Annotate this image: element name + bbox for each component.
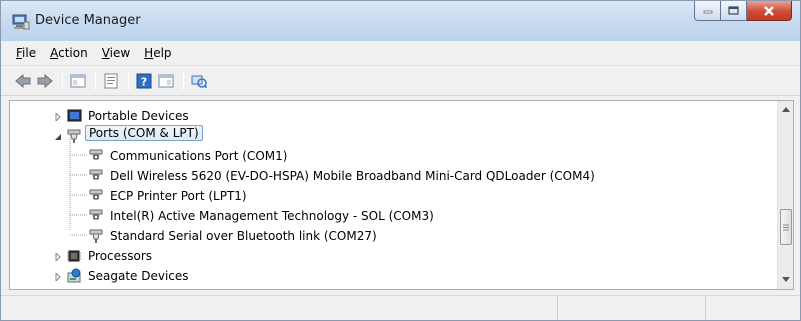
- scroll-up-arrow-icon: [782, 106, 790, 112]
- menu-action-label: ction: [58, 46, 88, 60]
- port-icon: [89, 209, 103, 220]
- toolbar: ?: [1, 66, 800, 96]
- menu-action[interactable]: Action: [43, 46, 95, 60]
- maximize-button[interactable]: [721, 1, 747, 21]
- expanded-triangle-icon: [54, 133, 61, 140]
- tree-node-seagate-devices[interactable]: Seagate Devices: [10, 266, 780, 286]
- vertical-scrollbar[interactable]: [777, 101, 793, 289]
- scroll-down-arrow-icon: [782, 276, 790, 282]
- toolbar-separator: [95, 71, 96, 90]
- minimize-icon: [703, 10, 712, 13]
- tree-node-label: Intel(R) Active Management Technology - …: [110, 209, 434, 223]
- show-hide-console-tree-button[interactable]: [68, 71, 88, 91]
- menu-file-label: ile: [22, 46, 37, 60]
- maximize-icon: [728, 6, 739, 15]
- collapsed-triangle-icon: [55, 112, 61, 121]
- toolbar-separator: [183, 71, 184, 90]
- tree-node-label: Portable Devices: [88, 109, 189, 123]
- back-icon: [15, 73, 31, 88]
- menu-view-accel: V: [101, 46, 110, 60]
- scrollbar-thumb[interactable]: [780, 209, 792, 245]
- tree-node-label: Dell Wireless 5620 (EV-DO-HSPA) Mobile B…: [110, 169, 595, 183]
- scan-hardware-icon: [191, 75, 207, 88]
- port-icon: [89, 149, 103, 160]
- tree-node-lpt1[interactable]: ECP Printer Port (LPT1): [10, 186, 780, 206]
- device-tree[interactable]: Portable Devices Ports (COM & LPT) Commu…: [9, 100, 794, 290]
- port-icon: [89, 169, 103, 180]
- tree-node-processors[interactable]: Processors: [10, 246, 780, 266]
- show-hidden-button[interactable]: [156, 71, 176, 91]
- port-icon: [89, 189, 103, 200]
- collapsed-triangle-icon: [55, 272, 61, 281]
- close-button[interactable]: [747, 1, 792, 21]
- tree-node-label: Communications Port (COM1): [110, 149, 288, 163]
- tree-node-com27[interactable]: Standard Serial over Bluetooth link (COM…: [10, 226, 780, 246]
- collapse-arrow-icon[interactable]: [53, 132, 62, 141]
- menu-help-accel: H: [144, 46, 154, 60]
- close-icon: [764, 5, 774, 16]
- show-hidden-icon: [158, 74, 174, 87]
- scroll-down-button[interactable]: [778, 271, 793, 287]
- grip-icon: [783, 224, 789, 230]
- tree-node-label: Processors: [88, 249, 153, 263]
- svg-text:?: ?: [141, 75, 147, 88]
- tree-node-ports[interactable]: Ports (COM & LPT): [10, 125, 780, 146]
- menu-file[interactable]: File: [9, 46, 43, 60]
- menu-view-label: iew: [109, 46, 131, 60]
- port-icon: [67, 129, 81, 143]
- menu-view[interactable]: View: [95, 46, 137, 60]
- processor-icon: [67, 250, 81, 262]
- menu-action-accel: A: [50, 46, 59, 60]
- tree-node-com4[interactable]: Dell Wireless 5620 (EV-DO-HSPA) Mobile B…: [10, 166, 780, 186]
- toolbar-separator: [128, 71, 129, 90]
- status-bar: [1, 295, 800, 320]
- tree-node-com3[interactable]: Intel(R) Active Management Technology - …: [10, 206, 780, 226]
- seagate-device-icon: [67, 268, 81, 283]
- tree-node-label: Ports (COM & LPT): [85, 125, 203, 141]
- scan-hardware-button[interactable]: [189, 71, 209, 91]
- tree-node-label: ECP Printer Port (LPT1): [110, 189, 247, 203]
- expand-arrow-icon[interactable]: [53, 252, 62, 261]
- console-tree-icon: [70, 74, 86, 87]
- window-title: Device Manager: [35, 13, 141, 28]
- expand-arrow-icon[interactable]: [53, 112, 62, 121]
- tree-node-label: Seagate Devices: [88, 269, 189, 283]
- back-button[interactable]: [13, 71, 33, 91]
- properties-button[interactable]: [101, 71, 121, 91]
- menu-bar: File Action View Help: [1, 41, 800, 66]
- status-pane: [1, 296, 558, 320]
- forward-icon: [37, 73, 53, 88]
- portable-device-icon: [67, 109, 82, 122]
- tree-node-com1[interactable]: Communications Port (COM1): [10, 146, 780, 166]
- caption-buttons: [694, 1, 792, 21]
- menu-help[interactable]: Help: [137, 46, 178, 60]
- help-icon: ?: [136, 73, 152, 88]
- status-pane: [706, 296, 798, 320]
- status-pane: [558, 296, 706, 320]
- menu-help-label: elp: [153, 46, 172, 60]
- device-manager-icon: [12, 14, 30, 30]
- title-bar[interactable]: Device Manager: [1, 1, 800, 41]
- expand-arrow-icon[interactable]: [53, 272, 62, 281]
- collapsed-triangle-icon: [55, 252, 61, 261]
- port-icon: [89, 229, 103, 243]
- device-manager-window: Device Manager File Action View Help ? P…: [0, 0, 801, 321]
- help-button[interactable]: ?: [134, 71, 154, 91]
- properties-icon: [104, 73, 118, 88]
- minimize-button[interactable]: [694, 1, 721, 21]
- tree-node-portable-devices[interactable]: Portable Devices: [10, 106, 780, 126]
- scroll-up-button[interactable]: [778, 101, 793, 117]
- toolbar-separator: [62, 71, 63, 90]
- tree-node-label: Standard Serial over Bluetooth link (COM…: [110, 229, 377, 243]
- forward-button[interactable]: [35, 71, 55, 91]
